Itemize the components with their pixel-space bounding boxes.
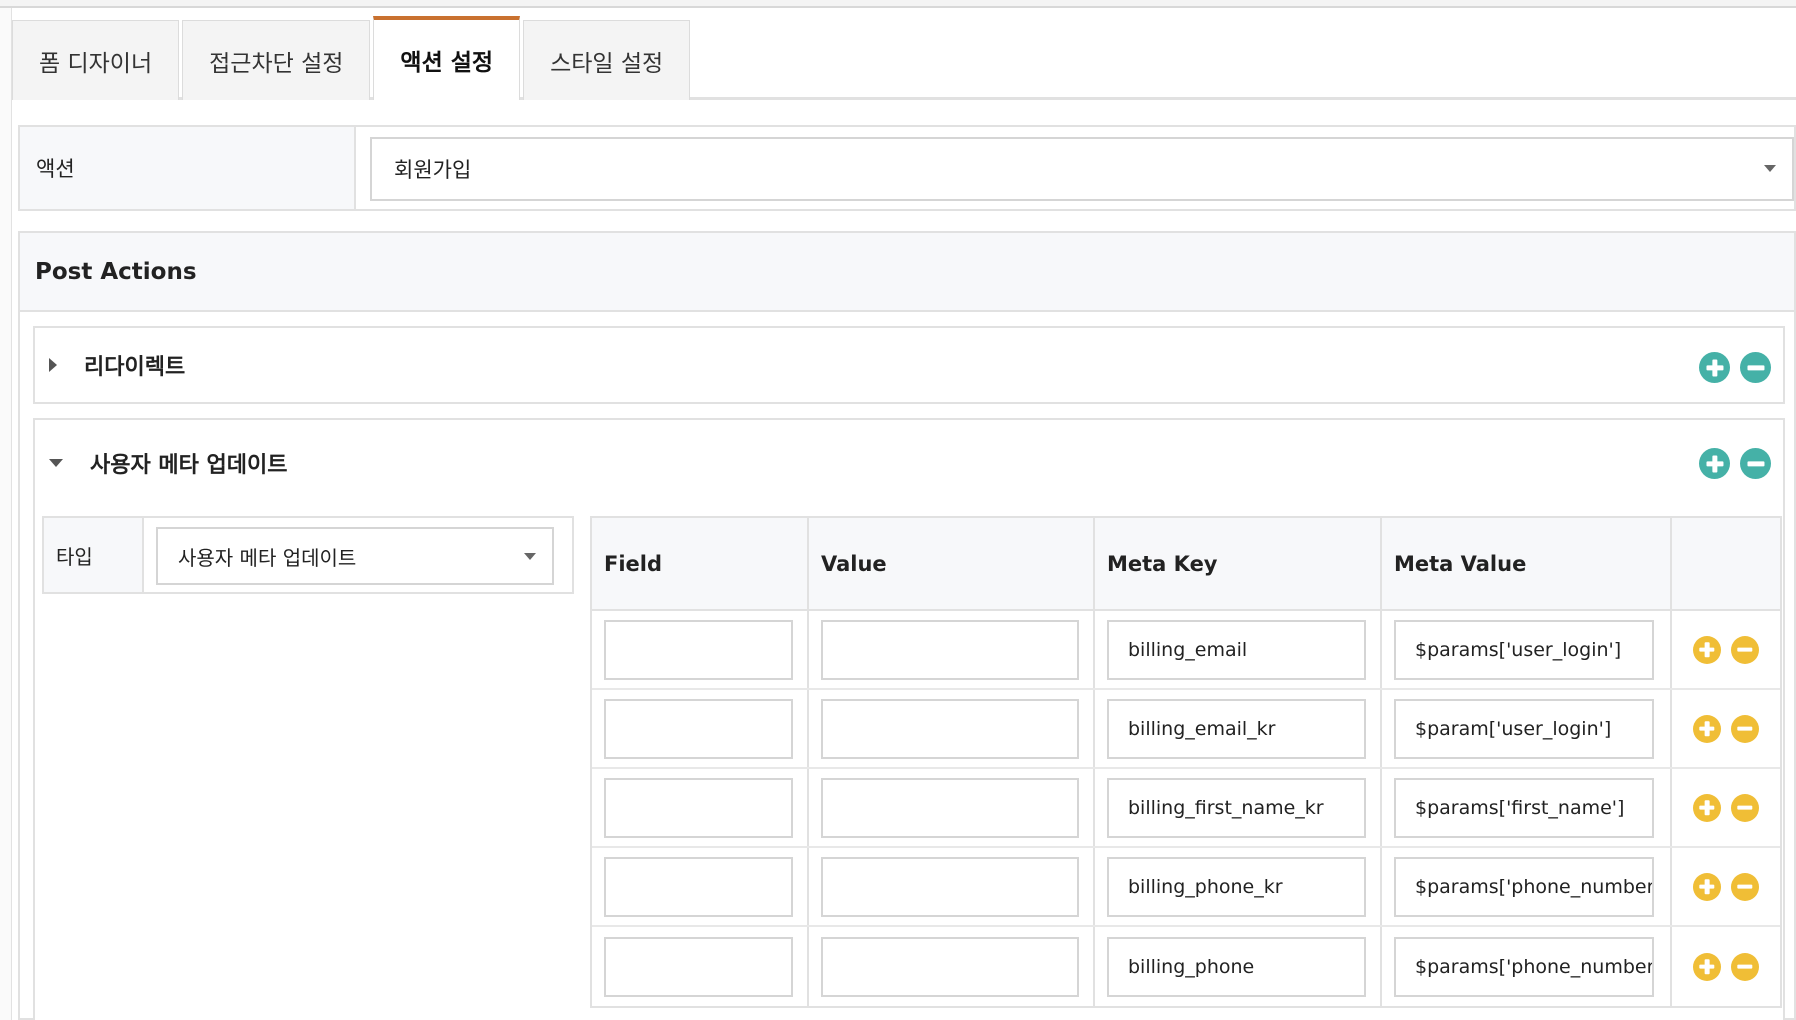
field-input[interactable] <box>604 856 793 917</box>
add-row-button[interactable] <box>1693 714 1721 743</box>
remove-row-button[interactable] <box>1731 952 1759 981</box>
add-row-button[interactable] <box>1693 793 1721 822</box>
tab-form-designer[interactable]: 폼 디자이너 <box>12 20 180 100</box>
action-label: 액션 <box>20 127 356 209</box>
add-row-button[interactable] <box>1693 952 1721 981</box>
accordion-user-meta-update-title: 사용자 메타 업데이트 <box>90 453 288 478</box>
table-row: billing_email_kr $param['user_login'] <box>592 690 1780 769</box>
tab-action-settings[interactable]: 액션 설정 <box>373 16 521 100</box>
column-header-meta-value: Meta Value <box>1394 551 1527 576</box>
add-action-button[interactable] <box>1699 448 1730 479</box>
meta-value-input[interactable]: $params['user_login'] <box>1394 619 1654 680</box>
column-header-field: Field <box>604 551 663 576</box>
add-row-button[interactable] <box>1693 635 1721 664</box>
left-border <box>0 8 12 1020</box>
meta-key-input[interactable]: billing_email_kr <box>1107 698 1366 759</box>
minus-circle-icon <box>1746 364 1765 371</box>
minus-circle-icon <box>1737 884 1753 889</box>
type-label: 타입 <box>44 518 144 592</box>
column-header-meta-key: Meta Key <box>1107 551 1218 576</box>
remove-row-button[interactable] <box>1731 793 1759 822</box>
value-input[interactable] <box>821 777 1079 838</box>
field-input[interactable] <box>604 777 793 838</box>
type-select-value: 사용자 메타 업데이트 <box>178 545 357 570</box>
triangle-down-icon[interactable] <box>49 459 63 467</box>
tab-bar: 폼 디자이너 접근차단 설정 액션 설정 스타일 설정 <box>12 16 1796 100</box>
remove-row-button[interactable] <box>1731 714 1759 743</box>
remove-row-button[interactable] <box>1731 635 1759 664</box>
remove-action-button[interactable] <box>1740 352 1771 383</box>
meta-key-input[interactable]: billing_first_name_kr <box>1107 777 1366 838</box>
meta-value-input[interactable]: $param['user_login'] <box>1394 698 1654 759</box>
meta-key-input[interactable]: billing_phone <box>1107 936 1366 997</box>
accordion-user-meta-update: 사용자 메타 업데이트 타입 사용자 메타 업데이트 Field Value M… <box>33 418 1785 1020</box>
caret-down-icon <box>1764 165 1776 172</box>
top-border <box>0 0 1796 8</box>
value-input[interactable] <box>821 619 1079 680</box>
minus-circle-icon <box>1746 460 1765 467</box>
minus-circle-icon <box>1737 647 1753 652</box>
field-input[interactable] <box>604 698 793 759</box>
value-input[interactable] <box>821 698 1079 759</box>
post-actions-title: Post Actions <box>20 233 1794 312</box>
action-select-value: 회원가입 <box>394 158 472 182</box>
value-input[interactable] <box>821 936 1079 997</box>
add-action-button[interactable] <box>1699 352 1730 383</box>
action-row: 액션 회원가입 <box>18 125 1796 211</box>
remove-action-button[interactable] <box>1740 448 1771 479</box>
table-row: billing_email $params['user_login'] <box>592 611 1780 690</box>
add-row-button[interactable] <box>1693 872 1721 901</box>
value-input[interactable] <box>821 856 1079 917</box>
meta-table: Field Value Meta Key Meta Value billing_… <box>590 516 1782 1008</box>
accordion-redirect-header[interactable]: 리다이렉트 <box>35 328 1783 402</box>
caret-down-icon <box>524 553 536 560</box>
accordion-redirect-title: 리다이렉트 <box>84 355 186 380</box>
meta-table-header: Field Value Meta Key Meta Value <box>592 518 1780 611</box>
post-actions-panel: Post Actions 리다이렉트 사용자 메타 업데이트 타입 사용자 메타… <box>18 231 1796 1020</box>
triangle-right-icon[interactable] <box>49 358 57 372</box>
action-select[interactable]: 회원가입 <box>370 137 1794 201</box>
meta-key-input[interactable]: billing_email <box>1107 619 1366 680</box>
meta-key-input[interactable]: billing_phone_kr <box>1107 856 1366 917</box>
table-row: billing_first_name_kr $params['first_nam… <box>592 769 1780 848</box>
type-select[interactable]: 사용자 메타 업데이트 <box>156 527 554 585</box>
remove-row-button[interactable] <box>1731 872 1759 901</box>
meta-value-input[interactable]: $params['first_name'] <box>1394 777 1654 838</box>
accordion-redirect: 리다이렉트 <box>33 326 1785 404</box>
table-row: billing_phone_kr $params['phone_number' <box>592 848 1780 927</box>
meta-value-input[interactable]: $params['phone_number' <box>1394 936 1654 997</box>
accordion-user-meta-update-header[interactable]: 사용자 메타 업데이트 <box>35 420 1783 506</box>
table-row: billing_phone $params['phone_number' <box>592 927 1780 1006</box>
minus-circle-icon <box>1737 964 1753 969</box>
meta-value-input[interactable]: $params['phone_number' <box>1394 856 1654 917</box>
tab-access-block-settings[interactable]: 접근차단 설정 <box>182 20 371 100</box>
field-input[interactable] <box>604 619 793 680</box>
column-header-value: Value <box>821 551 887 576</box>
tab-style-settings[interactable]: 스타일 설정 <box>523 20 691 100</box>
field-input[interactable] <box>604 936 793 997</box>
minus-circle-icon <box>1737 805 1753 810</box>
type-row: 타입 사용자 메타 업데이트 <box>42 516 574 594</box>
minus-circle-icon <box>1737 726 1753 731</box>
